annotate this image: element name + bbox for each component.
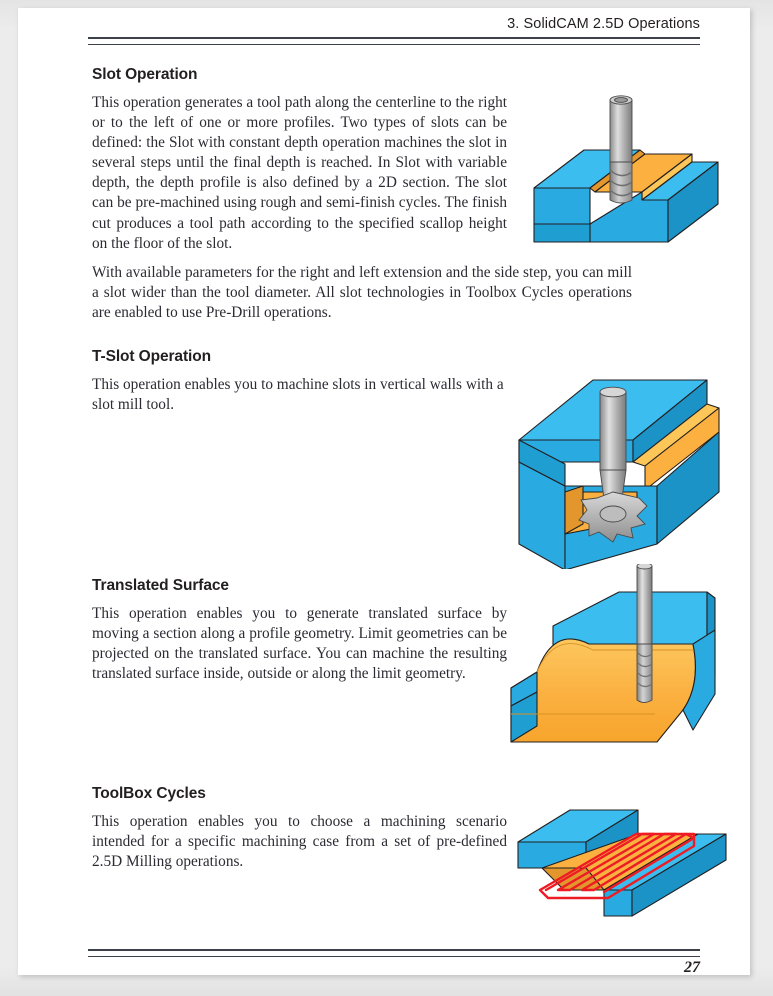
t-slot-operation-illustration	[487, 374, 722, 569]
page-number: 27	[684, 959, 700, 976]
pdf-viewer: 3. SolidCAM 2.5D Operations Slot Operati…	[0, 0, 773, 996]
paragraph-t-slot-1: This operation enables you to machine sl…	[92, 376, 504, 414]
page-header: 3. SolidCAM 2.5D Operations	[88, 16, 700, 45]
header-title: 3. SolidCAM 2.5D Operations	[507, 16, 700, 32]
paragraph-toolbox-1: This operation enables you to choose a m…	[92, 813, 507, 871]
document-page: 3. SolidCAM 2.5D Operations Slot Operati…	[18, 8, 750, 977]
footer-rule	[88, 949, 700, 957]
paragraph-slot-1: This operation generates a tool path alo…	[92, 94, 507, 252]
paragraph-translated-1: This operation enables you to generate t…	[92, 605, 507, 683]
slot-operation-illustration	[532, 92, 722, 282]
header-rule	[88, 37, 700, 45]
page-footer: 27	[88, 949, 700, 977]
heading-t-slot-operation: T-Slot Operation	[92, 348, 211, 365]
toolbox-cycles-illustration	[512, 794, 727, 919]
page-content: Slot Operation This operation generates …	[92, 66, 727, 936]
translated-surface-illustration	[497, 564, 722, 749]
heading-slot-operation: Slot Operation	[92, 66, 198, 83]
